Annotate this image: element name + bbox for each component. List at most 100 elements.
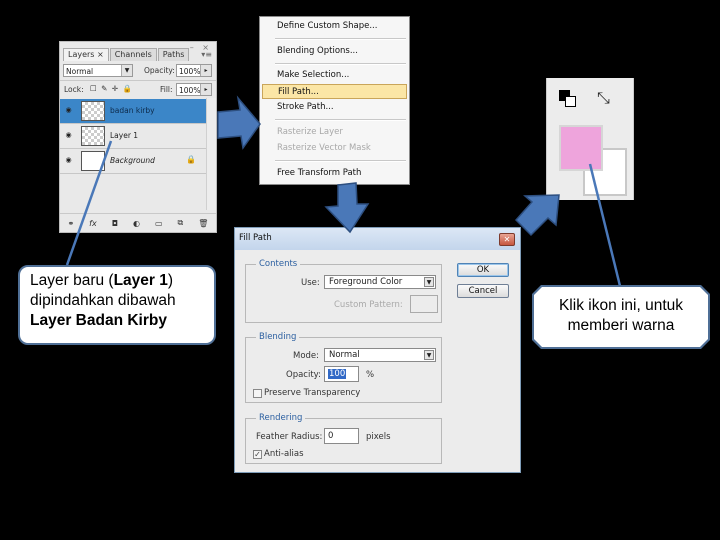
visibility-eye-icon[interactable]: ◉	[63, 156, 74, 164]
callout-line-1: Layer baru (Layer 1)	[30, 272, 174, 289]
menu-item-rasterize-layer: Rasterize Layer	[277, 127, 343, 137]
callout-line-2: dipindahkan dibawah	[30, 292, 176, 309]
callout-layer-order: Layer baru (Layer 1) dipindahkan dibawah…	[18, 265, 216, 345]
chevron-down-icon: ▼	[121, 65, 132, 76]
menu-item-free-transform-path[interactable]: Free Transform Path	[262, 166, 407, 181]
new-layer-icon[interactable]: ⧉	[178, 218, 184, 228]
fill-path-dialog: Fill Path ✕ Contents Use: Foreground Col…	[234, 227, 521, 473]
menu-item-fill-path[interactable]: Fill Path...	[262, 84, 407, 99]
layers-panel-tabs: Layers × Channels Paths	[63, 48, 190, 61]
trash-icon[interactable]: 🗑	[198, 219, 208, 228]
chevron-right-icon: ▸	[200, 65, 211, 76]
rendering-legend: Rendering	[256, 413, 306, 423]
tab-layers[interactable]: Layers ×	[63, 48, 109, 61]
menu-separator	[275, 38, 406, 40]
arrow-down-icon	[324, 182, 370, 234]
group-icon[interactable]: ▭	[155, 219, 163, 228]
rendering-group: Rendering Feather Radius: 0 pixels ✓ Ant…	[245, 413, 442, 464]
blending-group: Blending Mode: Normal ▼ Opacity: 100 % P…	[245, 332, 442, 403]
feather-radius-value: 0	[328, 431, 334, 441]
opacity-value: 100	[328, 369, 347, 379]
mode-value: Normal	[329, 350, 360, 360]
panel-menu-icon[interactable]: ▾≡	[201, 50, 212, 59]
mask-icon[interactable]: ◘	[112, 219, 118, 228]
layer-thumbnail	[81, 151, 105, 171]
menu-item-rasterize-vector-mask: Rasterize Vector Mask	[277, 143, 371, 153]
adjustment-icon[interactable]: ◐	[133, 219, 140, 228]
fill-value: 100%	[179, 86, 201, 95]
divider	[60, 80, 216, 81]
layer-row-layer-1[interactable]: ◉ Layer 1	[60, 124, 206, 149]
callout-line-2: memberi warna	[567, 317, 675, 334]
opacity-input[interactable]: 100	[324, 366, 359, 382]
ok-button[interactable]: OK	[457, 263, 509, 277]
cancel-button[interactable]: Cancel	[457, 284, 509, 298]
visibility-eye-icon[interactable]: ◉	[63, 106, 74, 114]
menu-item-define-custom-shape[interactable]: Define Custom Shape...	[262, 19, 407, 34]
fill-input[interactable]: 100% ▸	[176, 83, 212, 96]
contents-group: Contents Use: Foreground Color ▼ Custom …	[245, 259, 442, 323]
layer-thumbnail	[81, 101, 105, 121]
dialog-title: Fill Path	[239, 233, 272, 243]
antialias-label: Anti-alias	[264, 449, 304, 459]
callout-line-3: Layer Badan Kirby	[30, 312, 167, 329]
feather-radius-unit: pixels	[366, 432, 391, 442]
preserve-transparency-label: Preserve Transparency	[264, 388, 361, 398]
opacity-label: Opacity:	[286, 370, 321, 380]
layer-row-badan-kirby[interactable]: ◉ badan kirby	[60, 99, 206, 124]
contents-legend: Contents	[256, 259, 301, 269]
dialog-titlebar[interactable]: Fill Path ✕	[235, 228, 520, 250]
blending-legend: Blending	[256, 332, 300, 342]
menu-item-stroke-path[interactable]: Stroke Path...	[262, 100, 407, 115]
chevron-down-icon: ▼	[424, 277, 434, 287]
use-select[interactable]: Foreground Color ▼	[324, 275, 436, 289]
opacity-label: Opacity:	[144, 66, 175, 75]
use-value: Foreground Color	[329, 277, 403, 287]
tab-channels[interactable]: Channels	[109, 48, 157, 61]
opacity-value: 100%	[179, 67, 201, 76]
swap-colors-icon[interactable]: ⤡	[597, 88, 610, 108]
tab-paths[interactable]: Paths	[157, 48, 190, 61]
menu-separator	[275, 63, 406, 65]
mode-label: Mode:	[293, 351, 320, 361]
layer-name: badan kirby	[110, 106, 155, 115]
callout-color-hint: Klik ikon ini, untuk memberi warna	[534, 287, 708, 347]
menu-item-blending-options[interactable]: Blending Options...	[262, 44, 407, 59]
default-colors-icon[interactable]	[559, 90, 577, 108]
layer-name: Background	[110, 156, 155, 165]
opacity-input[interactable]: 100% ▸	[176, 64, 212, 77]
menu-item-make-selection[interactable]: Make Selection...	[262, 68, 407, 83]
path-context-menu: Define Custom Shape... Blending Options.…	[259, 16, 410, 185]
chevron-right-icon: ▸	[200, 84, 211, 95]
use-label: Use:	[301, 278, 320, 288]
layer-row-background[interactable]: ◉ Background 🔒	[60, 149, 206, 174]
arrow-right-icon	[217, 95, 261, 150]
feather-radius-label: Feather Radius:	[256, 432, 323, 442]
blend-mode-select[interactable]: Normal ▼	[63, 64, 133, 77]
layers-scrollbar[interactable]	[206, 98, 216, 210]
mode-select[interactable]: Normal ▼	[324, 348, 436, 362]
opacity-unit: %	[366, 370, 375, 380]
layers-panel: – × Layers × Channels Paths ▾≡ Normal ▼ …	[59, 41, 217, 233]
lock-label: Lock:	[64, 85, 84, 94]
callout-line-1: Klik ikon ini, untuk	[558, 297, 684, 314]
feather-radius-input[interactable]: 0	[324, 428, 359, 444]
fx-icon[interactable]: fx	[89, 219, 97, 228]
layer-name: Layer 1	[110, 131, 139, 140]
antialias-checkbox[interactable]: ✓	[253, 450, 262, 459]
custom-pattern-picker	[410, 295, 438, 313]
layers-bottom-toolbar: ⚭ fx ◘ ◐ ▭ ⧉ 🗑	[60, 213, 216, 232]
visibility-eye-icon[interactable]: ◉	[63, 131, 74, 139]
custom-pattern-label: Custom Pattern:	[334, 300, 403, 310]
fill-label: Fill:	[160, 85, 173, 94]
close-icon[interactable]: ✕	[499, 233, 515, 246]
lock-icons[interactable]: ☐ ✎ ✛ 🔒	[90, 84, 133, 93]
layer-thumbnail	[81, 126, 105, 146]
preserve-transparency-checkbox[interactable]	[253, 389, 262, 398]
arrow-up-right-icon	[514, 194, 560, 237]
blend-mode-value: Normal	[66, 67, 94, 76]
menu-separator	[275, 160, 406, 162]
foreground-color-swatch[interactable]	[559, 125, 603, 171]
lock-icon: 🔒	[186, 155, 196, 164]
link-icon[interactable]: ⚭	[67, 219, 74, 228]
